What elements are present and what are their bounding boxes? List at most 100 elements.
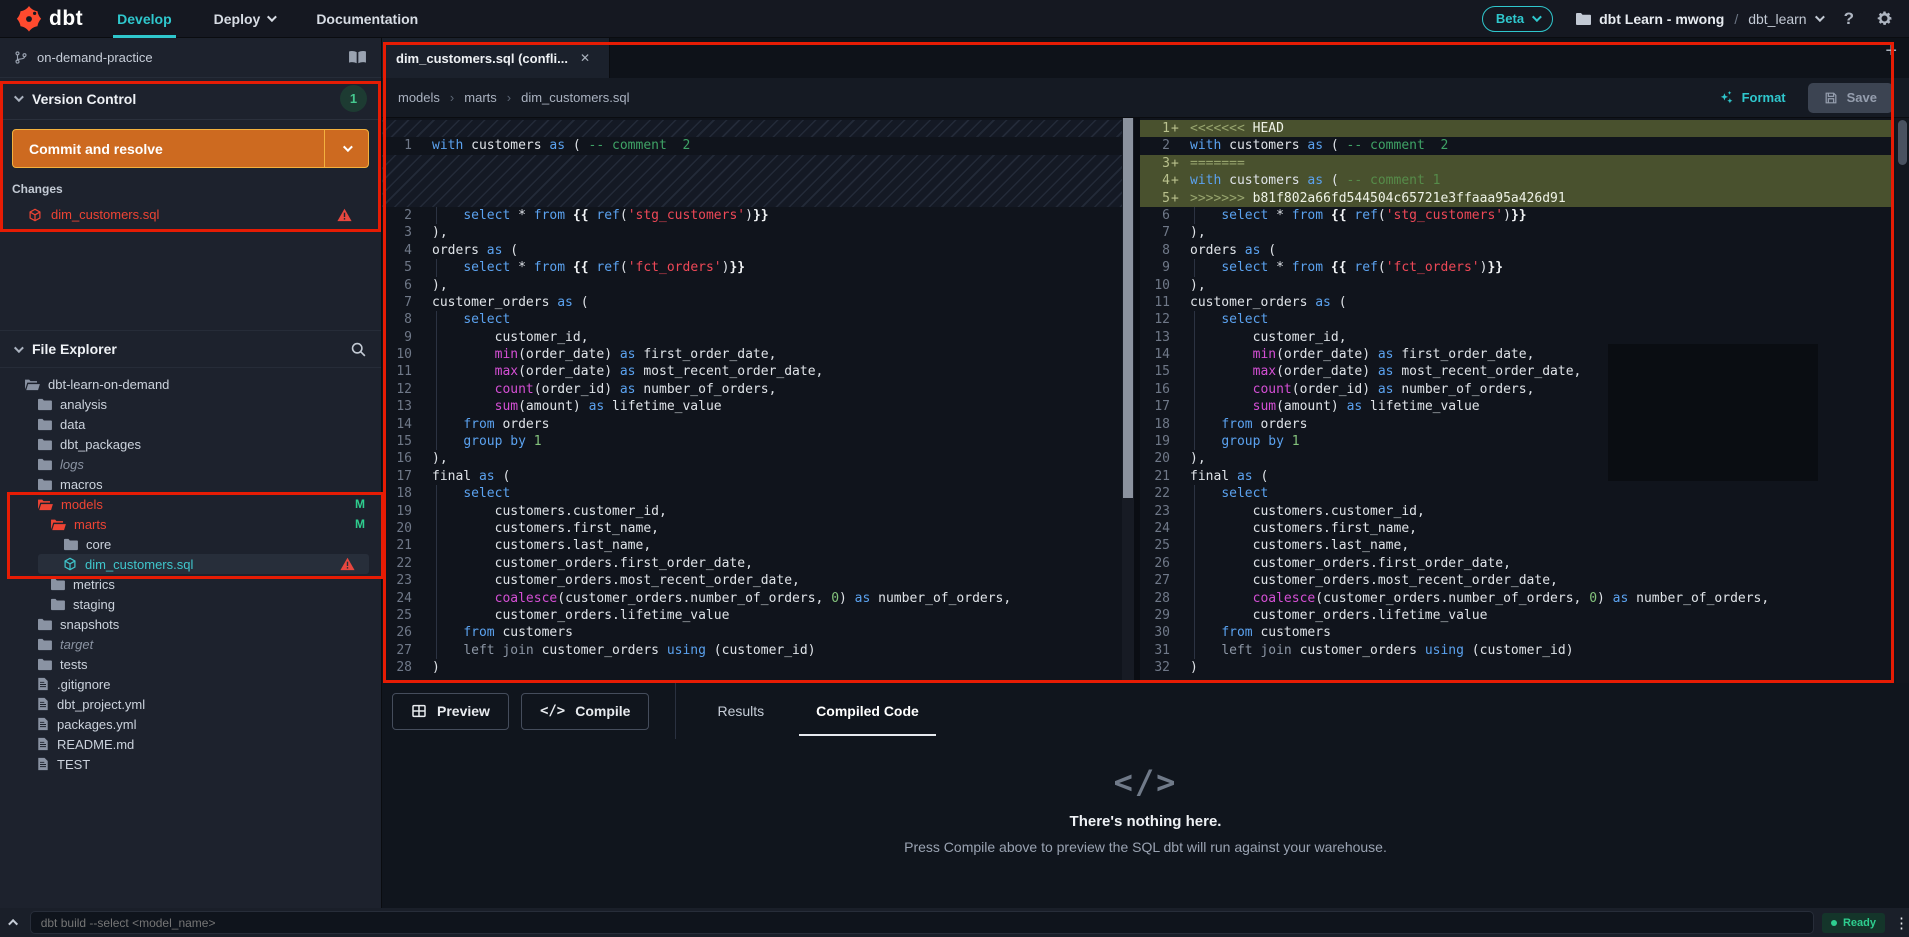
tree-item-label: snapshots bbox=[60, 616, 120, 632]
left-pane-scrollbar[interactable] bbox=[1122, 118, 1134, 683]
nav-develop[interactable]: Develop bbox=[113, 0, 177, 38]
settings-gear-icon[interactable] bbox=[1876, 10, 1893, 27]
tab-compiled-code[interactable]: Compiled Code bbox=[799, 683, 936, 739]
line-number: 21 bbox=[396, 538, 412, 554]
chevron-up-icon[interactable] bbox=[0, 918, 30, 929]
line-number: 20 bbox=[1154, 451, 1170, 467]
tree-item-dbt-project-yml[interactable]: dbt_project.yml bbox=[0, 694, 381, 714]
scrollbar-thumb[interactable] bbox=[1123, 118, 1133, 498]
git-branch-row[interactable]: on-demand-practice bbox=[0, 38, 381, 78]
compile-button[interactable]: </> Compile bbox=[520, 692, 650, 730]
code-line-20: 20 customers.first_name, bbox=[382, 520, 1122, 538]
kebab-menu-icon[interactable]: ⋮ bbox=[1894, 914, 1909, 932]
scrollbar-thumb[interactable] bbox=[1898, 120, 1907, 165]
right-pane-scrollbar[interactable] bbox=[1896, 118, 1909, 683]
dbt-cloud-ide: dbt Develop Deploy Documentation Beta db… bbox=[0, 0, 1909, 937]
preview-button[interactable]: Preview bbox=[392, 692, 509, 730]
commit-options-dropdown[interactable] bbox=[324, 130, 368, 167]
breadcrumb-marts[interactable]: marts bbox=[464, 90, 497, 105]
tree-item-target[interactable]: target bbox=[0, 634, 381, 654]
top-navbar: dbt Develop Deploy Documentation Beta db… bbox=[0, 0, 1909, 38]
tree-item-logs[interactable]: logs bbox=[0, 454, 381, 474]
tree-item-label: dim_customers.sql bbox=[85, 556, 194, 572]
help-icon[interactable]: ? bbox=[1844, 9, 1854, 29]
tree-item-data[interactable]: data bbox=[0, 414, 381, 434]
modified-badge: M bbox=[355, 497, 365, 511]
file-icon bbox=[37, 757, 49, 771]
tree-item-snapshots[interactable]: snapshots bbox=[0, 614, 381, 634]
tab-dim-customers[interactable]: dim_customers.sql (confli... ✕ bbox=[382, 38, 610, 78]
tree-item-packages-yml[interactable]: packages.yml bbox=[0, 714, 381, 734]
tree-item-dim-customers-sql[interactable]: dim_customers.sql bbox=[38, 554, 369, 574]
docs-book-icon[interactable] bbox=[348, 50, 367, 65]
tree-item--gitignore[interactable]: .gitignore bbox=[0, 674, 381, 694]
line-number: 25 bbox=[1154, 538, 1170, 554]
file-tree: dbt-learn-on-demand analysis data dbt_packa… bbox=[0, 368, 381, 774]
format-button[interactable]: Format bbox=[1719, 90, 1786, 105]
line-number: 29 bbox=[1154, 607, 1170, 623]
dbt-command-input[interactable] bbox=[29, 911, 1814, 934]
folder-icon bbox=[37, 658, 52, 671]
editor-header: models › marts › dim_customers.sql Forma… bbox=[382, 78, 1909, 118]
code-line-29: 29 customer_orders.lifetime_value bbox=[1140, 606, 1893, 625]
line-number: 23 bbox=[396, 573, 412, 589]
chevron-down-icon bbox=[13, 92, 24, 103]
tree-item-tests[interactable]: tests bbox=[0, 654, 381, 674]
breadcrumb-models[interactable]: models bbox=[398, 90, 440, 105]
line-number: 16 bbox=[1154, 381, 1170, 397]
tree-item-label: models bbox=[61, 496, 103, 512]
code-line-10: 10), bbox=[1140, 277, 1893, 294]
code-line-18: 18 select bbox=[382, 485, 1122, 504]
code-pane-working[interactable]: 1 with customers as ( -- comment 2 2 selec… bbox=[382, 118, 1122, 683]
code-line-25: 25 customer_orders.lifetime_value bbox=[382, 606, 1122, 625]
line-number: 9 bbox=[1162, 260, 1170, 276]
conflict-warning-icon bbox=[340, 557, 355, 571]
tree-item-staging[interactable]: staging bbox=[0, 594, 381, 614]
tree-item-core[interactable]: core bbox=[0, 534, 381, 554]
tree-item-metrics[interactable]: metrics bbox=[0, 574, 381, 594]
nav-documentation[interactable]: Documentation bbox=[312, 0, 422, 38]
save-button[interactable]: Save bbox=[1807, 82, 1893, 113]
folder-icon bbox=[37, 638, 52, 651]
tab-results[interactable]: Results bbox=[700, 683, 781, 739]
model-icon bbox=[63, 557, 77, 571]
tree-item-macros[interactable]: macros bbox=[0, 474, 381, 494]
tree-item-dbt-packages[interactable]: dbt_packages bbox=[0, 434, 381, 454]
code-line-13: 13 sum(amount) as lifetime_value bbox=[382, 398, 1122, 417]
breadcrumb-file[interactable]: dim_customers.sql bbox=[521, 90, 629, 105]
version-control-header[interactable]: Version Control 1 bbox=[0, 78, 381, 120]
line-number: 28 bbox=[396, 660, 412, 676]
account-breadcrumb[interactable]: dbt Learn - mwong / dbt_learn bbox=[1575, 11, 1825, 27]
tab-title: dim_customers.sql (confli... bbox=[396, 50, 568, 66]
save-floppy-icon bbox=[1824, 91, 1838, 105]
file-icon bbox=[37, 717, 49, 731]
tree-item-analysis[interactable]: analysis bbox=[0, 394, 381, 414]
tree-item-test[interactable]: TEST bbox=[0, 754, 381, 774]
code-line-9: 9 customer_id, bbox=[382, 328, 1122, 347]
beta-dropdown[interactable]: Beta bbox=[1481, 5, 1554, 32]
nav-deploy[interactable]: Deploy bbox=[210, 0, 279, 38]
tree-item-label: logs bbox=[60, 456, 84, 472]
folder-icon bbox=[63, 538, 78, 551]
search-icon[interactable] bbox=[350, 341, 367, 358]
line-number: 21 bbox=[1154, 468, 1170, 484]
commit-and-resolve-button[interactable]: Commit and resolve bbox=[12, 129, 369, 168]
tree-item-readme-md[interactable]: README.md bbox=[0, 734, 381, 754]
tree-item-dbt-learn-on-demand[interactable]: dbt-learn-on-demand bbox=[0, 374, 381, 394]
tree-item-models[interactable]: models M bbox=[0, 494, 381, 514]
file-explorer-title: File Explorer bbox=[32, 341, 117, 357]
changed-file-dim-customers[interactable]: dim_customers.sql bbox=[0, 202, 381, 227]
code-line-1: 1 + <<<<<<< HEAD bbox=[1140, 120, 1893, 138]
dbt-logo[interactable]: dbt bbox=[16, 5, 83, 32]
diff-filler-region bbox=[382, 120, 1122, 138]
code-line-27: 27 left join customer_orders using (cust… bbox=[382, 641, 1122, 660]
tree-item-marts[interactable]: marts M bbox=[0, 514, 381, 534]
file-explorer-header[interactable]: File Explorer bbox=[0, 330, 381, 368]
close-icon[interactable]: ✕ bbox=[580, 51, 590, 65]
new-tab-icon[interactable]: + bbox=[1885, 38, 1909, 78]
line-number: 22 bbox=[396, 555, 412, 571]
line-number: 15 bbox=[1154, 364, 1170, 380]
breadcrumb-separator: › bbox=[449, 90, 455, 105]
line-number: 18 bbox=[1154, 416, 1170, 432]
line-number: 25 bbox=[396, 607, 412, 623]
